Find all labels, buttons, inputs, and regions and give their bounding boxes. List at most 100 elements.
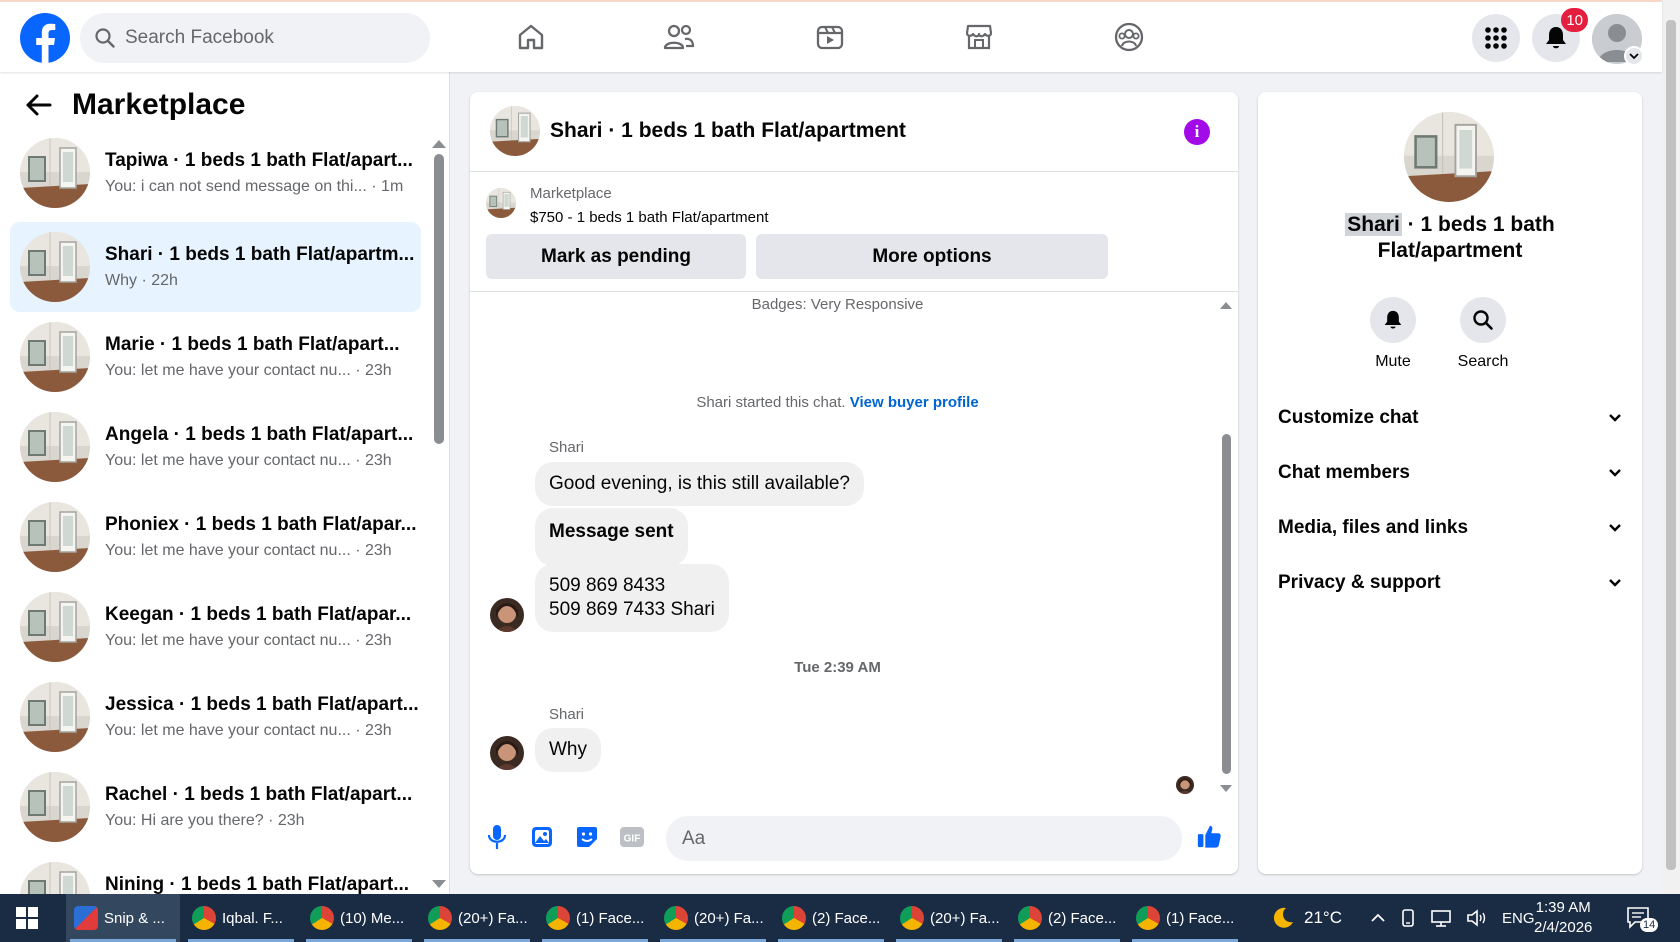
snip-tool-icon	[74, 906, 98, 930]
sender-avatar[interactable]	[490, 598, 524, 632]
search-input[interactable]	[125, 27, 395, 49]
listing-thumbnail	[20, 322, 90, 392]
listing-thumbnail	[20, 592, 90, 662]
conversation-title: Angela · 1 beds 1 bath Flat/apart...	[105, 424, 414, 445]
listing-thumbnail[interactable]	[490, 106, 540, 156]
mute-button[interactable]: Mute	[1358, 297, 1428, 371]
conversation-item-active[interactable]: Shari · 1 beds 1 bath Flat/apartm... Why…	[10, 222, 421, 312]
scroll-down-arrow[interactable]	[432, 880, 446, 888]
sidebar-scrollbar[interactable]	[434, 154, 444, 444]
listing-source: Marketplace	[530, 185, 612, 202]
search-in-chat-button[interactable]: Search	[1448, 297, 1518, 371]
groups-icon[interactable]	[1111, 19, 1147, 55]
message-input[interactable]	[666, 816, 1182, 861]
conversation-item[interactable]: Keegan · 1 beds 1 bath Flat/apar... You:…	[10, 582, 421, 672]
scroll-up-arrow[interactable]	[432, 140, 446, 148]
conversation-item[interactable]: Rachel · 1 beds 1 bath Flat/apart... You…	[10, 762, 421, 852]
customize-chat-section[interactable]: Customize chat	[1278, 398, 1622, 438]
thumbs-up-icon[interactable]	[1196, 823, 1222, 849]
conversation-title: Keegan · 1 beds 1 bath Flat/apar...	[105, 604, 412, 625]
conversation-preview: You: let me have your contact nu... · 23…	[105, 542, 392, 559]
chat-scroll-down-arrow[interactable]	[1220, 785, 1232, 792]
watch-icon[interactable]	[812, 19, 848, 55]
marketplace-icon[interactable]	[961, 19, 997, 55]
language-indicator[interactable]: ENG	[1502, 910, 1535, 927]
device-icon[interactable]	[1400, 909, 1416, 927]
weather-widget[interactable]: 21°C	[1270, 894, 1342, 942]
sticker-icon[interactable]	[574, 824, 600, 850]
info-icon[interactable]: i	[1184, 119, 1210, 145]
listing-thumbnail	[20, 412, 90, 482]
view-buyer-profile-link[interactable]: View buyer profile	[850, 394, 979, 411]
volume-icon[interactable]	[1466, 909, 1488, 927]
message-bubble[interactable]: Good evening, is this still available?	[535, 462, 865, 506]
listing-thumbnail	[20, 772, 90, 842]
gif-icon[interactable]: GIF	[619, 824, 645, 850]
facebook-logo[interactable]	[20, 13, 70, 63]
taskbar-chrome-window[interactable]: Iqbal. F...	[184, 894, 298, 942]
taskbar-chrome-window[interactable]: (20+) Fa...	[656, 894, 770, 942]
more-options-button[interactable]: More options	[756, 234, 1108, 279]
listing-thumbnail[interactable]	[486, 188, 516, 218]
chevron-down-icon	[1608, 578, 1622, 588]
conversation-item[interactable]: Jessica · 1 beds 1 bath Flat/apart... Yo…	[10, 672, 421, 762]
taskbar-chrome-window[interactable]: (2) Face...	[774, 894, 888, 942]
taskbar-chrome-window[interactable]: (10) Me...	[302, 894, 416, 942]
page-scrollbar[interactable]	[1666, 20, 1676, 870]
message-bubble-sent-notice[interactable]: Message sent	[535, 508, 688, 566]
conversation-title: Tapiwa · 1 beds 1 bath Flat/apart...	[105, 150, 413, 171]
chrome-icon	[1136, 906, 1160, 930]
chevron-up-icon[interactable]	[1370, 913, 1386, 923]
chat-scroll-up-arrow[interactable]	[1220, 302, 1232, 309]
notification-badge: 10	[1561, 8, 1588, 32]
badges-text: Badges: Very Responsive	[751, 296, 924, 313]
sender-name: Shari	[549, 706, 585, 723]
apps-grid-icon	[1484, 26, 1508, 50]
action-center-button[interactable]: 14	[1626, 894, 1659, 942]
bell-icon	[1370, 297, 1416, 343]
taskbar-snip-tool[interactable]: Snip & ...	[66, 894, 180, 942]
chevron-down-icon[interactable]	[1624, 46, 1644, 66]
chat-title[interactable]: Shari · 1 beds 1 bath Flat/apartment	[550, 119, 906, 143]
home-icon[interactable]	[513, 19, 549, 55]
photo-icon[interactable]	[529, 824, 555, 850]
search-icon	[1460, 297, 1506, 343]
taskbar-chrome-window[interactable]: (1) Face...	[1128, 894, 1242, 942]
taskbar-chrome-window[interactable]: (1) Face...	[538, 894, 652, 942]
system-clock[interactable]: 1:39 AM 2/4/2026	[1534, 898, 1592, 938]
search-bar[interactable]	[80, 13, 430, 63]
conversation-item[interactable]: Tapiwa · 1 beds 1 bath Flat/apart... You…	[10, 128, 421, 218]
taskbar-chrome-window[interactable]: (20+) Fa...	[420, 894, 534, 942]
chat-members-section[interactable]: Chat members	[1278, 453, 1622, 493]
conversation-item[interactable]: Marie · 1 beds 1 bath Flat/apart... You:…	[10, 312, 421, 402]
microphone-icon[interactable]	[484, 824, 510, 850]
svg-text:GIF: GIF	[624, 834, 641, 845]
conversation-item[interactable]: Phoniex · 1 beds 1 bath Flat/apar... You…	[10, 492, 421, 582]
listing-thumbnail	[20, 502, 90, 572]
conversation-item[interactable]: Angela · 1 beds 1 bath Flat/apart... You…	[10, 402, 421, 492]
mark-as-pending-button[interactable]: Mark as pending	[486, 234, 746, 279]
network-icon[interactable]	[1430, 909, 1452, 927]
chrome-icon	[782, 906, 806, 930]
sender-avatar[interactable]	[490, 736, 524, 770]
privacy-support-section[interactable]: Privacy & support	[1278, 563, 1622, 603]
back-arrow-icon[interactable]	[24, 93, 52, 117]
menu-button[interactable]	[1472, 14, 1520, 62]
notifications-button[interactable]: 10	[1532, 8, 1588, 62]
conversation-title: Jessica · 1 beds 1 bath Flat/apart...	[105, 694, 419, 715]
windows-start-icon[interactable]	[16, 907, 38, 929]
conversation-title: Nining · 1 beds 1 bath Flat/apart...	[105, 874, 410, 894]
chat-scrollbar[interactable]	[1222, 434, 1231, 774]
friends-icon[interactable]	[661, 19, 697, 55]
message-bubble-phone[interactable]: 509 869 8433 509 869 7433 Shari	[535, 564, 729, 632]
taskbar-chrome-window[interactable]: (20+) Fa...	[892, 894, 1006, 942]
conversation-preview: Why · 22h	[105, 272, 178, 289]
listing-price[interactable]: $750 - 1 beds 1 bath Flat/apartment	[530, 209, 768, 226]
media-files-links-section[interactable]: Media, files and links	[1278, 508, 1622, 548]
taskbar-chrome-window[interactable]: (2) Face...	[1010, 894, 1124, 942]
listing-thumbnail	[20, 232, 90, 302]
chrome-icon	[428, 906, 452, 930]
chat-details-panel: Shari · 1 beds 1 bath Flat/apartment Mut…	[1258, 92, 1642, 874]
message-bubble[interactable]: Why	[535, 728, 601, 772]
conversation-item[interactable]: Nining · 1 beds 1 bath Flat/apart...	[10, 852, 421, 894]
